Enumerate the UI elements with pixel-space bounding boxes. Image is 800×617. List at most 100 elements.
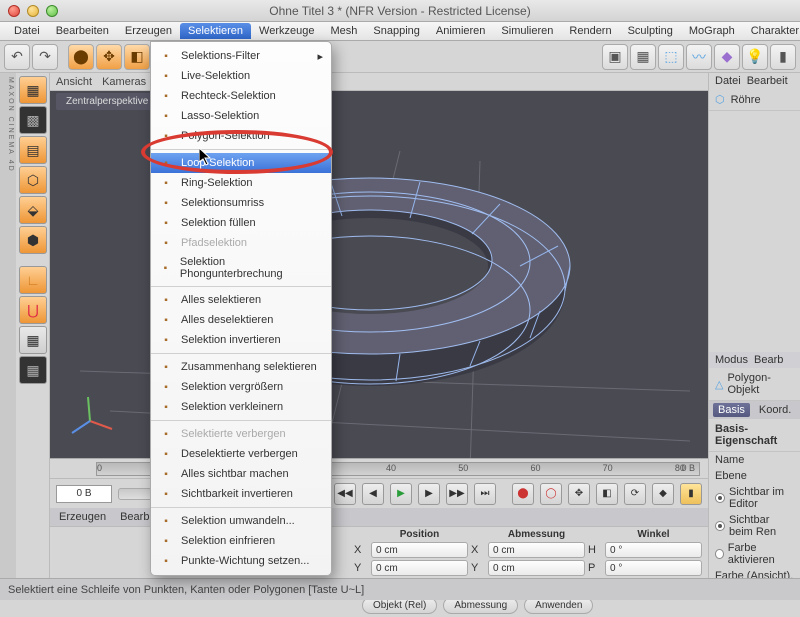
coord-head-pos: Position xyxy=(371,529,468,540)
goto-end-button[interactable]: ⏭ xyxy=(474,483,496,505)
edge-mode-button[interactable]: ⬙ xyxy=(19,196,47,224)
render-button[interactable]: ▣ xyxy=(602,44,628,70)
menu-item-alles-selektieren[interactable]: ▪Alles selektieren xyxy=(151,290,331,310)
menu-item-loop-selektion[interactable]: ▪Loop-Selektion xyxy=(151,153,331,173)
view-tab[interactable]: Kameras xyxy=(102,76,146,88)
menu-item-icon: ▪ xyxy=(159,360,173,374)
point-mode-button[interactable]: ⬡ xyxy=(19,166,47,194)
menu-item-ring-selektion[interactable]: ▪Ring-Selektion xyxy=(151,173,331,193)
redo-button[interactable]: ↷ xyxy=(32,44,58,70)
view-tab[interactable]: Ansicht xyxy=(56,76,92,88)
menu-werkzeuge[interactable]: Werkzeuge xyxy=(251,23,322,39)
viewport-tabs: Ansicht Kameras xyxy=(50,73,708,91)
light-button[interactable]: 💡 xyxy=(742,44,768,70)
timeline-ruler[interactable]: 010203040506070800 B xyxy=(50,458,708,478)
menu-rendern[interactable]: Rendern xyxy=(561,23,619,39)
axis-button[interactable]: ∟ xyxy=(19,266,47,294)
keyframe-pos-button[interactable]: ✥ xyxy=(568,483,590,505)
autokey-button[interactable]: ◯ xyxy=(540,483,562,505)
record-button[interactable]: ⬤ xyxy=(512,483,534,505)
next-frame-button[interactable]: ▶ xyxy=(418,483,440,505)
menu-item-rechteck-selektion[interactable]: ▪Rechteck-Selektion xyxy=(151,86,331,106)
move-tool[interactable]: ✥ xyxy=(96,44,122,70)
menu-item-selektion-einfrieren[interactable]: ▪Selektion einfrieren xyxy=(151,531,331,551)
menu-item-icon: ▪ xyxy=(159,89,173,103)
cube-primitive-button[interactable]: ⬚ xyxy=(658,44,684,70)
field-layer-label: Ebene xyxy=(715,470,747,482)
menu-item-selektion-verkleinern[interactable]: ▪Selektion verkleinern xyxy=(151,397,331,417)
render-settings-button[interactable]: ▦ xyxy=(630,44,656,70)
obj-tab-basis[interactable]: Basis xyxy=(713,403,750,417)
menu-item-polygon-selektion[interactable]: ▪Polygon-Selektion xyxy=(151,126,331,146)
grid-button[interactable]: ▦ xyxy=(19,356,47,384)
menu-sculpting[interactable]: Sculpting xyxy=(620,23,681,39)
prev-key-button[interactable]: ◀◀ xyxy=(334,483,356,505)
menu-selektieren[interactable]: Selektieren xyxy=(180,23,251,39)
start-frame-field[interactable]: 0 B xyxy=(56,485,112,503)
menu-item-zusammenhang-selektieren[interactable]: ▪Zusammenhang selektieren xyxy=(151,357,331,377)
menu-snapping[interactable]: Snapping xyxy=(365,23,428,39)
window-title: Ohne Titel 3 * (NFR Version - Restricted… xyxy=(0,4,800,18)
menu-item-selektionsumriss[interactable]: ▪Selektionsumriss xyxy=(151,193,331,213)
coord-y-pos[interactable]: 0 cm xyxy=(371,560,468,576)
make-editable-button[interactable]: ▦ xyxy=(19,76,47,104)
menu-mograph[interactable]: MoGraph xyxy=(681,23,743,39)
keyframe-rot-button[interactable]: ⟳ xyxy=(624,483,646,505)
coord-p-ang[interactable]: 0 ° xyxy=(605,560,702,576)
menu-item-selektion-invertieren[interactable]: ▪Selektion invertieren xyxy=(151,330,331,350)
coord-x-size[interactable]: 0 cm xyxy=(488,542,585,558)
scale-tool[interactable]: ◧ xyxy=(124,44,150,70)
texture-mode-button[interactable]: ▤ xyxy=(19,136,47,164)
keyframe-scale-button[interactable]: ◧ xyxy=(596,483,618,505)
next-key-button[interactable]: ▶▶ xyxy=(446,483,468,505)
object-name[interactable]: Röhre xyxy=(731,94,761,106)
magnet-button[interactable]: ⋃ xyxy=(19,296,47,324)
menu-item-alles-deselektieren[interactable]: ▪Alles deselektieren xyxy=(151,310,331,330)
play-button[interactable]: ▶ xyxy=(390,483,412,505)
visible-render-radio[interactable] xyxy=(715,521,725,531)
visible-editor-radio[interactable] xyxy=(715,493,725,503)
menu-item-selektion-vergr-ern[interactable]: ▪Selektion vergrößern xyxy=(151,377,331,397)
coord-h-ang[interactable]: 0 ° xyxy=(605,542,702,558)
attr-section-tab[interactable]: Modus xyxy=(715,354,748,366)
coord-head-ang: Winkel xyxy=(605,529,702,540)
menu-mesh[interactable]: Mesh xyxy=(322,23,365,39)
menu-item-selektion-umwandeln-[interactable]: ▪Selektion umwandeln... xyxy=(151,511,331,531)
objmgr-tab[interactable]: Bearbeit xyxy=(747,75,788,87)
menu-erzeugen[interactable]: Erzeugen xyxy=(117,23,180,39)
coord-x-pos[interactable]: 0 cm xyxy=(371,542,468,558)
use-color-radio[interactable] xyxy=(715,549,724,559)
keymode-button[interactable]: ▮ xyxy=(680,483,702,505)
menu-item-sichtbarkeit-invertieren[interactable]: ▪Sichtbarkeit invertieren xyxy=(151,484,331,504)
menu-item-selektion-f-llen[interactable]: ▪Selektion füllen xyxy=(151,213,331,233)
menu-animieren[interactable]: Animieren xyxy=(428,23,494,39)
polygon-mode-button[interactable]: ⬢ xyxy=(19,226,47,254)
coord-y-size[interactable]: 0 cm xyxy=(488,560,585,576)
menu-item-deselektierte-verbergen[interactable]: ▪Deselektierte verbergen xyxy=(151,444,331,464)
ruler-tick: 60 xyxy=(530,463,540,473)
prev-frame-button[interactable]: ◀ xyxy=(362,483,384,505)
model-mode-button[interactable]: ▩ xyxy=(19,106,47,134)
menu-item-selektions-filter[interactable]: ▪Selektions-Filter▸ xyxy=(151,46,331,66)
viewport-3d[interactable]: Zentralperspektive xyxy=(50,91,708,458)
workplane-button[interactable]: ▦ xyxy=(19,326,47,354)
spline-button[interactable]: 〰 xyxy=(686,44,712,70)
obj-tab-coord[interactable]: Koord. xyxy=(754,403,796,417)
menu-charakter[interactable]: Charakter xyxy=(743,23,800,39)
undo-button[interactable]: ↶ xyxy=(4,44,30,70)
menu-bearbeiten[interactable]: Bearbeiten xyxy=(48,23,117,39)
attr-tab[interactable]: Erzeugen xyxy=(54,510,111,524)
menu-item-selektion-phongunterbrechung[interactable]: ▪Selektion Phongunterbrechung xyxy=(151,253,331,283)
menu-datei[interactable]: Datei xyxy=(6,23,48,39)
deformer-button[interactable]: ◆ xyxy=(714,44,740,70)
keyframe-param-button[interactable]: ◆ xyxy=(652,483,674,505)
attr-section-tab[interactable]: Bearb xyxy=(754,354,783,366)
menu-item-punkte-wichtung-setzen-[interactable]: ▪Punkte-Wichtung setzen... xyxy=(151,551,331,571)
menu-simulieren[interactable]: Simulieren xyxy=(493,23,561,39)
camera-button[interactable]: ▮ xyxy=(770,44,796,70)
live-select-tool[interactable]: ⬤ xyxy=(68,44,94,70)
objmgr-tab[interactable]: Datei xyxy=(715,75,741,87)
menu-item-alles-sichtbar-machen[interactable]: ▪Alles sichtbar machen xyxy=(151,464,331,484)
menu-item-live-selektion[interactable]: ▪Live-Selektion xyxy=(151,66,331,86)
menu-item-lasso-selektion[interactable]: ▪Lasso-Selektion xyxy=(151,106,331,126)
